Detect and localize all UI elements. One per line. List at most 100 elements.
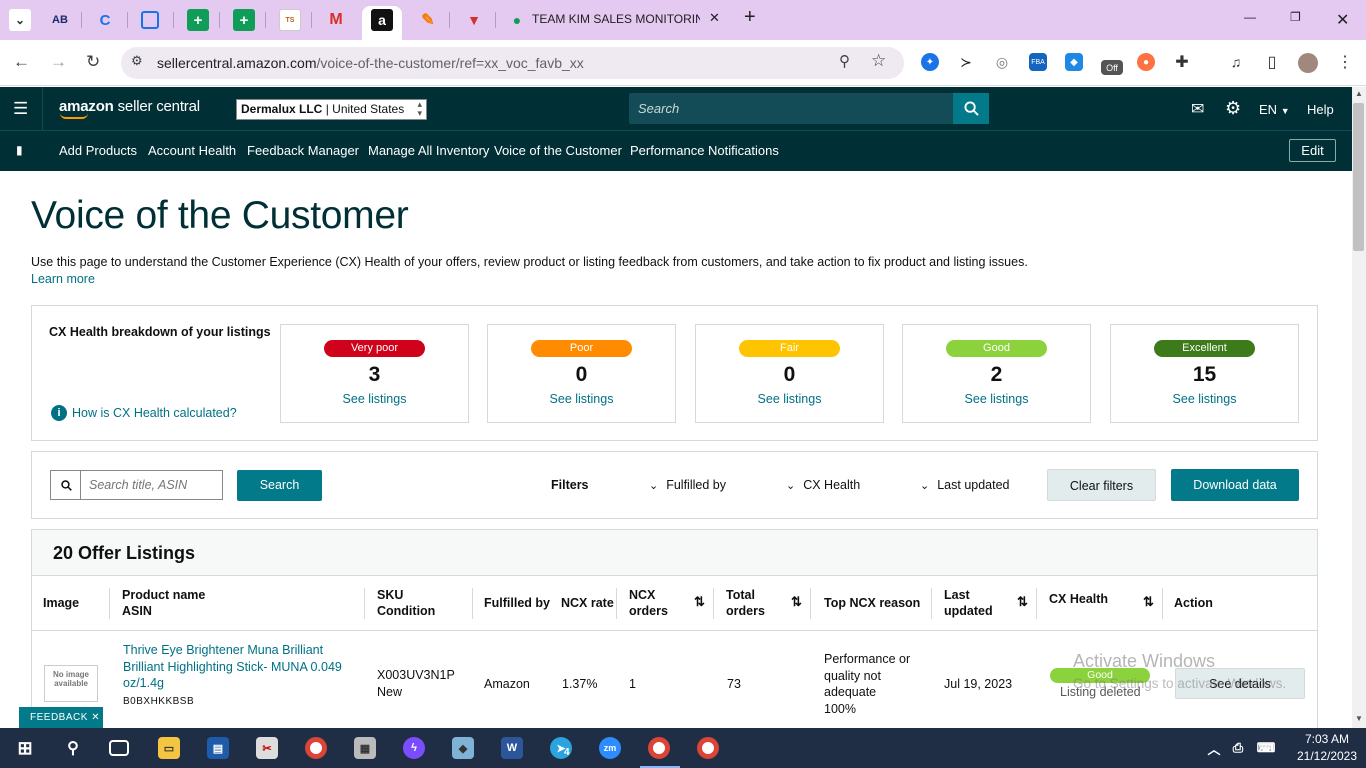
tab-page-icon[interactable]: TS (279, 9, 301, 31)
reload-icon[interactable]: ↻ (86, 52, 100, 72)
extension-icon[interactable]: ◆ (1065, 53, 1083, 71)
tab-close-icon[interactable]: ✕ (709, 10, 720, 26)
calculator-icon[interactable]: ▦ (354, 737, 376, 759)
global-search-input[interactable]: Search (629, 93, 953, 124)
tab-gmail-icon[interactable]: M (325, 9, 347, 31)
cx-health-filter[interactable]: ⌄ CX Health (786, 478, 860, 492)
windows-start-icon[interactable]: ⊞ (14, 737, 36, 759)
listing-search-input[interactable] (80, 470, 223, 500)
feedback-button[interactable]: FEEDBACK ✕ (19, 707, 103, 729)
bookmark-star-icon[interactable]: ☆ (871, 51, 886, 71)
tab-title[interactable]: TEAM KIM SALES MONITORING (532, 12, 700, 26)
see-listings-link[interactable]: See listings (1111, 392, 1298, 406)
back-icon[interactable]: ← (13, 52, 30, 72)
account-switcher[interactable]: Dermalux LLC | United States ▴ ▾ (236, 99, 427, 120)
download-data-button[interactable]: Download data (1171, 469, 1299, 501)
tab-amazon-icon[interactable]: a (371, 9, 393, 31)
site-info-icon[interactable]: ⚙ (131, 53, 143, 69)
task-view-icon[interactable] (109, 740, 129, 756)
snipping-tool-icon[interactable]: ✂ (256, 737, 278, 759)
language-selector[interactable]: EN ▼ (1259, 102, 1290, 117)
col-cx-health[interactable]: CX Health (1049, 591, 1108, 607)
word-icon[interactable]: W (501, 737, 523, 759)
global-search-button[interactable] (953, 93, 989, 124)
see-listings-link[interactable]: See listings (281, 392, 468, 406)
profile-avatar[interactable] (1298, 53, 1318, 73)
extension-icon[interactable]: ◎ (993, 53, 1011, 71)
menu-icon[interactable]: ⋮ (1336, 53, 1354, 71)
col-product-name[interactable]: Product name ASIN (122, 587, 205, 619)
chrome-icon[interactable] (305, 737, 327, 759)
restore-icon[interactable]: ❐ (1290, 10, 1301, 24)
nav-feedback-manager[interactable]: Feedback Manager (247, 143, 359, 158)
hamburger-menu-icon[interactable]: ☰ (13, 99, 28, 119)
see-listings-link[interactable]: See listings (488, 392, 675, 406)
tab-search-icon[interactable]: ⌄ (9, 9, 31, 31)
chrome-icon[interactable] (697, 737, 719, 759)
see-listings-link[interactable]: See listings (903, 392, 1090, 406)
file-explorer-icon[interactable]: ▭ (158, 737, 180, 759)
extension-icon[interactable]: ✦ (921, 53, 939, 71)
keyboard-icon[interactable]: ⌨ (1255, 737, 1277, 759)
app-icon[interactable]: ▤ (207, 737, 229, 759)
tab-globe-icon[interactable]: ● (506, 9, 528, 31)
product-name-link[interactable]: Thrive Eye Brightener Muna Brilliant Bri… (123, 642, 348, 692)
tab-refresh-app-icon[interactable]: C (94, 9, 116, 31)
media-icon[interactable]: ♫ (1227, 53, 1245, 71)
zoom-icon[interactable]: zm (599, 737, 621, 759)
learn-more-link[interactable]: Learn more (31, 272, 95, 286)
tab-sheets-icon[interactable]: + (233, 9, 255, 31)
bookmark-icon[interactable]: ▮ (16, 143, 23, 157)
new-tab-button[interactable]: + (744, 6, 756, 29)
side-panel-icon[interactable]: ▯ (1263, 53, 1281, 71)
search-icon[interactable]: ⚲ (62, 737, 84, 759)
nav-account-health[interactable]: Account Health (148, 143, 236, 158)
clear-filters-button[interactable]: Clear filters (1047, 469, 1156, 501)
tab-arrow-icon[interactable]: ▼ (463, 9, 485, 31)
zoom-icon[interactable]: ⚲ (839, 52, 850, 70)
listing-search-button[interactable]: Search (237, 470, 322, 501)
cx-health-how-link[interactable]: How is CX Health calculated? (72, 406, 237, 420)
extension-icon[interactable]: ≻ (957, 53, 975, 71)
fulfilled-by-filter[interactable]: ⌄ Fulfilled by (649, 478, 726, 492)
info-icon[interactable]: i (51, 405, 67, 421)
scroll-up-icon[interactable]: ▲ (1355, 89, 1363, 98)
nav-add-products[interactable]: Add Products (59, 143, 137, 158)
tab-calendar-icon[interactable] (141, 11, 159, 29)
app-icon[interactable]: ◆ (452, 737, 474, 759)
edit-bookmarks-button[interactable]: Edit (1289, 139, 1336, 162)
sort-icon[interactable]: ⇅ (694, 594, 705, 610)
see-listings-link[interactable]: See listings (696, 392, 883, 406)
last-updated-filter[interactable]: ⌄ Last updated (920, 478, 1010, 492)
chrome-icon[interactable] (648, 737, 670, 759)
tab-ab-icon[interactable]: AB (49, 9, 71, 31)
help-link[interactable]: Help (1307, 102, 1334, 117)
taskbar-clock[interactable]: 7:03 AM 21/12/2023 (1292, 731, 1362, 765)
sort-icon[interactable]: ⇅ (791, 594, 802, 610)
scroll-down-icon[interactable]: ▼ (1355, 714, 1363, 723)
tab-pen-icon[interactable]: ✎ (417, 9, 439, 31)
messenger-icon[interactable]: ϟ (403, 737, 425, 759)
close-icon[interactable]: ✕ (91, 712, 100, 723)
mail-icon[interactable]: ✉ (1191, 99, 1204, 119)
tab-sheets-icon[interactable]: + (187, 9, 209, 31)
extensions-puzzle-icon[interactable]: ✚ (1173, 53, 1191, 71)
tray-notification-icon[interactable]: ⎙ (1227, 737, 1249, 759)
sort-icon[interactable]: ⇅ (1017, 594, 1028, 610)
url-text[interactable]: sellercentral.amazon.com/voice-of-the-cu… (157, 55, 584, 71)
tray-chevron-icon[interactable]: ︿ (1203, 737, 1225, 759)
extension-icon[interactable]: FBA (1029, 53, 1047, 71)
col-total-orders[interactable]: Total orders (726, 587, 765, 619)
col-ncx-orders[interactable]: NCX orders (629, 587, 668, 619)
extension-off-badge[interactable]: Off (1101, 60, 1123, 75)
nav-voice-of-customer[interactable]: Voice of the Customer (494, 143, 622, 158)
settings-gear-icon[interactable]: ⚙ (1225, 98, 1241, 119)
nav-performance-notifications[interactable]: Performance Notifications (630, 143, 779, 158)
forward-icon[interactable]: → (50, 52, 67, 72)
window-close-icon[interactable]: ✕ (1336, 10, 1349, 30)
minimize-icon[interactable]: — (1244, 10, 1256, 24)
sort-icon[interactable]: ⇅ (1143, 594, 1154, 610)
search-icon[interactable] (50, 470, 81, 500)
extension-icon[interactable]: ● (1137, 53, 1155, 71)
nav-manage-inventory[interactable]: Manage All Inventory (368, 143, 489, 158)
